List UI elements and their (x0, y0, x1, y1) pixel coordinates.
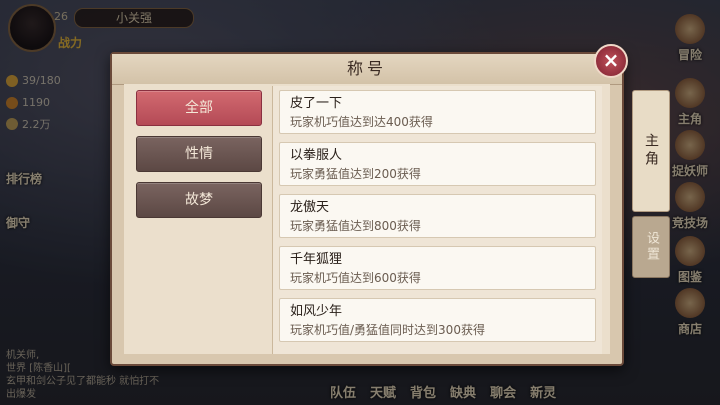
dialog-body: 全部 性情 故梦 皮了一下 玩家机巧值达到达400获得 以拳服人 玩家勇猛值达到… (124, 84, 610, 354)
title-name: 龙傲天 (290, 200, 330, 215)
title-item[interactable]: 如风少年 玩家机巧值/勇猛值同时达到300获得 (279, 298, 596, 342)
title-desc: 玩家机巧值达到达400获得 (290, 115, 433, 129)
title-desc: 玩家机巧值达到600获得 (290, 271, 421, 285)
title-item[interactable]: 龙傲天 玩家勇猛值达到800获得 (279, 194, 596, 238)
tab-personality[interactable]: 性情 (136, 136, 262, 172)
tab-old-dream[interactable]: 故梦 (136, 182, 262, 218)
title-desc: 玩家勇猛值达到800获得 (290, 219, 421, 233)
dialog-title: 称号 (112, 54, 622, 85)
title-name: 以拳服人 (290, 148, 343, 163)
title-dialog: 称号 × 主角 设置 全部 性情 故梦 皮了一下 玩家机巧值达到达400获得 以… (110, 44, 670, 366)
title-item[interactable]: 以拳服人 玩家勇猛值达到200获得 (279, 142, 596, 186)
title-item[interactable]: 千年狐狸 玩家机巧值达到600获得 (279, 246, 596, 290)
title-name: 皮了一下 (290, 96, 343, 111)
side-tab-settings[interactable]: 设置 (632, 216, 670, 278)
title-item[interactable]: 皮了一下 玩家机巧值达到达400获得 (279, 90, 596, 134)
title-name: 千年狐狸 (290, 252, 343, 267)
close-button[interactable]: × (594, 44, 628, 78)
category-tabs: 全部 性情 故梦 (136, 90, 262, 228)
title-desc: 玩家机巧值/勇猛值同时达到300获得 (290, 323, 485, 337)
title-name: 如风少年 (290, 304, 343, 319)
title-desc: 玩家勇猛值达到200获得 (290, 167, 421, 181)
title-list[interactable]: 皮了一下 玩家机巧值达到达400获得 以拳服人 玩家勇猛值达到200获得 龙傲天… (272, 86, 602, 354)
tab-all[interactable]: 全部 (136, 90, 262, 126)
side-tab-hero[interactable]: 主角 (632, 90, 670, 212)
